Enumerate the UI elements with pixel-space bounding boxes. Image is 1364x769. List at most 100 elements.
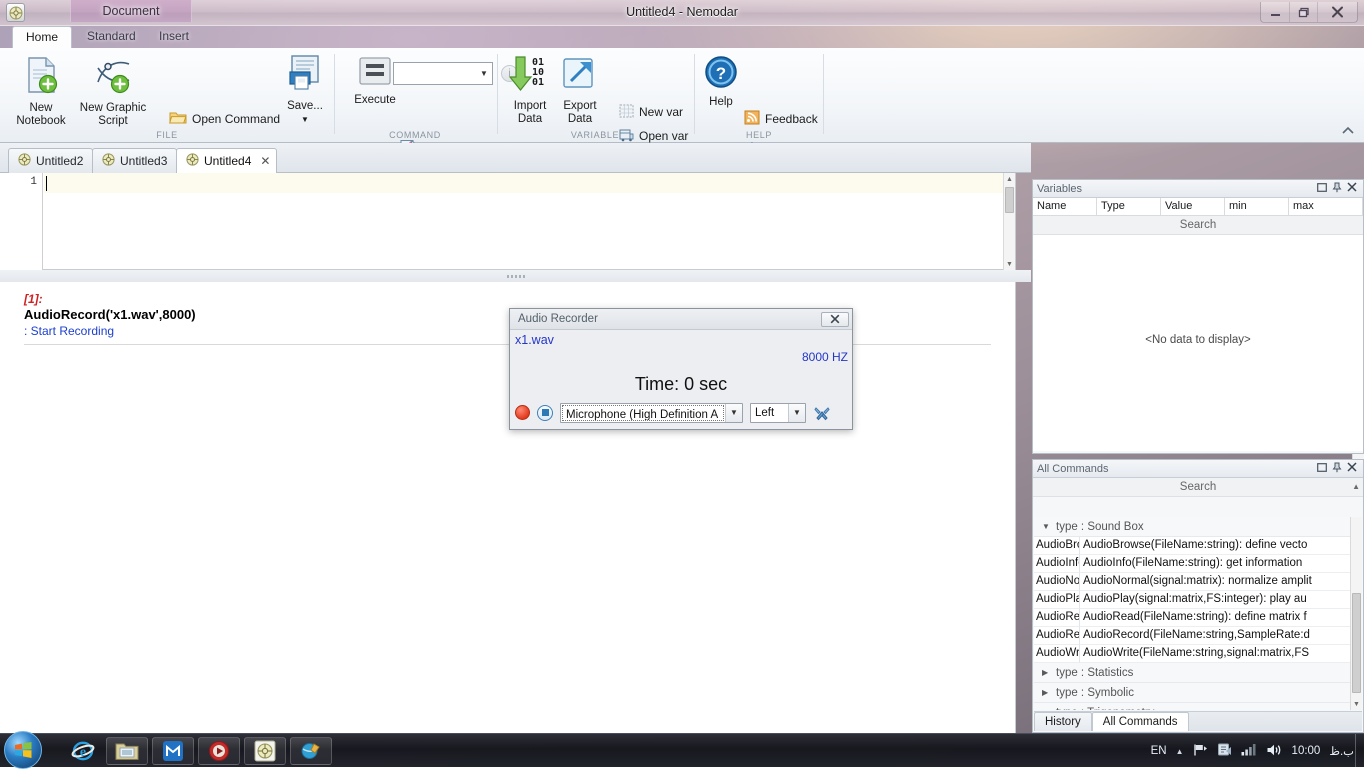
record-button-icon[interactable] <box>515 405 530 420</box>
command-name: AudioBrowse <box>1034 537 1080 555</box>
bottom-dock-tabs: History All Commands <box>1034 711 1362 731</box>
network-flag-icon[interactable] <box>1193 743 1208 760</box>
taskbar-file-explorer[interactable] <box>106 737 148 765</box>
chevron-up-icon[interactable] <box>1340 123 1356 139</box>
close-button[interactable] <box>1317 2 1357 22</box>
column-header-type[interactable]: Type <box>1097 198 1161 215</box>
doc-tab-label: Untitled2 <box>36 154 83 168</box>
restore-window-icon[interactable] <box>1314 183 1329 195</box>
save-dropdown-arrow-icon[interactable]: ▼ <box>301 113 309 126</box>
command-row[interactable]: AudioInfo AudioInfo(FileName:string): ge… <box>1034 555 1350 573</box>
column-header-max[interactable]: max <box>1289 198 1363 215</box>
scroll-up-arrow-icon[interactable]: ▲ <box>1352 478 1360 496</box>
commands-group-statistics[interactable]: ▶ type : Statistics <box>1034 663 1350 683</box>
chevron-right-icon[interactable]: ▶ <box>1042 708 1048 710</box>
doc-tab-untitled3[interactable]: Untitled3 <box>92 148 177 173</box>
help-button[interactable]: ? Help <box>699 54 743 128</box>
tray-show-hidden-icons[interactable]: ▲ <box>1176 747 1184 756</box>
export-data-button[interactable]: Export Data <box>554 54 606 128</box>
tab-history[interactable]: History <box>1034 712 1092 731</box>
variables-table-body: <No data to display> <box>1033 235 1363 451</box>
tray-clock[interactable]: 10:00 <box>1292 745 1321 757</box>
doc-tab-untitled4[interactable]: Untitled4 ✕ <box>176 148 277 173</box>
command-row[interactable]: AudioWrite AudioWrite(FileName:string,si… <box>1034 645 1350 663</box>
audio-device-select[interactable]: Microphone (High Definition A ▼ <box>560 403 743 423</box>
restore-window-icon[interactable] <box>1314 463 1329 475</box>
tab-insert[interactable]: Insert <box>146 26 202 48</box>
column-header-value[interactable]: Value <box>1161 198 1225 215</box>
doc-tab-close-icon[interactable]: ✕ <box>260 154 270 168</box>
window-controls <box>1260 2 1358 23</box>
chevron-down-icon[interactable]: ▼ <box>476 69 492 78</box>
chevron-down-icon[interactable]: ▼ <box>725 404 742 422</box>
scroll-down-arrow-icon[interactable]: ▼ <box>1004 258 1015 270</box>
doc-tab-label: Untitled4 <box>204 154 251 168</box>
minimize-button[interactable] <box>1261 2 1289 22</box>
close-icon[interactable] <box>1344 182 1359 195</box>
pin-icon[interactable] <box>1329 462 1344 476</box>
doc-tab-untitled2[interactable]: Untitled2 <box>8 148 93 173</box>
console-output-panel[interactable]: [1]: AudioRecord('x1.wav',8000) : Start … <box>0 282 1016 733</box>
new-graphic-script-button[interactable]: New Graphic Script <box>76 54 150 128</box>
ribbon-group-file: New Notebook New Graphic Script <box>0 48 334 143</box>
command-row[interactable]: AudioBrowse AudioBrowse(FileName:string)… <box>1034 537 1350 555</box>
commands-search-row[interactable]: Search ▲ <box>1033 478 1363 497</box>
command-row[interactable]: AudioPlay AudioPlay(signal:matrix,FS:int… <box>1034 591 1350 609</box>
tab-standard[interactable]: Standard <box>74 26 149 48</box>
column-header-name[interactable]: Name <box>1033 198 1097 215</box>
scroll-up-arrow-icon[interactable]: ▲ <box>1004 173 1015 185</box>
stop-button-icon[interactable] <box>537 405 553 421</box>
commands-vertical-scrollbar[interactable]: ▼ <box>1350 517 1362 710</box>
chevron-down-icon[interactable]: ▼ <box>1042 522 1050 531</box>
feedback-button[interactable]: Feedback <box>741 108 821 130</box>
import-data-button[interactable]: 01 10 01 Import Data <box>504 54 556 128</box>
taskbar-internet-explorer[interactable]: e <box>62 737 104 765</box>
volume-icon[interactable] <box>1266 743 1283 760</box>
command-row[interactable]: AudioRecord AudioRecord(FileName:string,… <box>1034 627 1350 645</box>
maximize-button[interactable] <box>1289 2 1317 22</box>
taskbar-nemodar[interactable] <box>244 737 286 765</box>
settings-tools-icon[interactable] <box>813 405 831 421</box>
new-notebook-button[interactable]: New Notebook <box>4 54 78 128</box>
pin-icon[interactable] <box>1329 182 1344 196</box>
command-combo-box[interactable]: ▼ <box>393 62 493 85</box>
commands-group-symbolic[interactable]: ▶ type : Symbolic <box>1034 683 1350 703</box>
open-command-button[interactable]: Open Command <box>166 108 283 130</box>
chevron-down-icon[interactable]: ▼ <box>788 404 805 422</box>
code-editor[interactable]: 1 ▲ ▼ <box>0 173 1016 270</box>
signal-bars-icon[interactable] <box>1241 743 1257 759</box>
scroll-down-arrow-icon[interactable]: ▼ <box>1351 698 1362 710</box>
commands-tree[interactable]: ▼ type : Sound Box AudioBrowse AudioBrow… <box>1034 517 1350 710</box>
commands-group-trigonometry[interactable]: ▶ type : Trigonometry <box>1034 703 1350 710</box>
editor-scroll-thumb[interactable] <box>1005 187 1014 213</box>
tab-home[interactable]: Home <box>12 26 72 48</box>
taskbar-media-player[interactable] <box>198 737 240 765</box>
audio-recorder-close-button[interactable] <box>821 312 849 327</box>
action-center-icon[interactable] <box>1217 742 1232 760</box>
notebook-icon <box>102 153 115 169</box>
taskbar-maxthon-browser[interactable] <box>152 737 194 765</box>
audio-channel-select[interactable]: Left ▼ <box>750 403 806 423</box>
tray-clock-meridiem[interactable]: ب.ظ <box>1329 744 1354 758</box>
editor-console-splitter[interactable] <box>0 270 1031 282</box>
variables-search-row[interactable]: Search <box>1033 216 1363 235</box>
tab-all-commands[interactable]: All Commands <box>1092 712 1189 731</box>
feedback-rss-icon <box>744 110 760 128</box>
audio-channel-value: Left <box>751 404 788 422</box>
new-var-button[interactable]: New var <box>616 101 686 123</box>
taskbar-paint-globe[interactable] <box>290 737 332 765</box>
command-row[interactable]: AudioNormal AudioNormal(signal:matrix): … <box>1034 573 1350 591</box>
editor-vertical-scrollbar[interactable]: ▲ ▼ <box>1003 173 1015 270</box>
commands-scroll-thumb[interactable] <box>1352 593 1361 693</box>
close-icon[interactable] <box>1344 462 1359 475</box>
commands-group-sound-box[interactable]: ▼ type : Sound Box <box>1034 517 1350 537</box>
tray-language[interactable]: EN <box>1151 745 1167 757</box>
command-row[interactable]: AudioRead AudioRead(FileName:string): de… <box>1034 609 1350 627</box>
chevron-right-icon[interactable]: ▶ <box>1042 668 1048 677</box>
column-header-min[interactable]: min <box>1225 198 1289 215</box>
windows-start-orb[interactable] <box>4 731 42 769</box>
save-button[interactable]: Save... ▼ <box>283 54 327 128</box>
commands-group-label: type : Trigonometry <box>1056 707 1154 711</box>
chevron-right-icon[interactable]: ▶ <box>1042 688 1048 697</box>
show-desktop-button[interactable] <box>1355 734 1364 768</box>
